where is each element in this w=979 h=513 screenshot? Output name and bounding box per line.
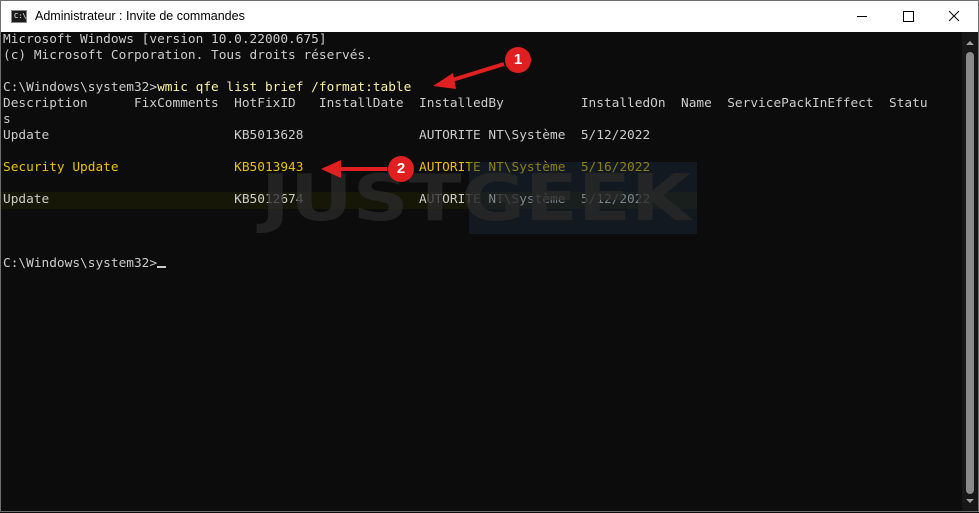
prompt: C:\Windows\system32>	[3, 256, 158, 271]
cmd-icon-text: C:\	[14, 12, 27, 20]
cmd-window: C:\ Administrateur : Invite de commandes…	[0, 0, 979, 512]
table-header: Description FixComments HotFixID Install…	[3, 96, 928, 111]
watermark-graphic: JUSTGEEK	[256, 162, 697, 236]
text-cursor	[157, 266, 167, 268]
watermark-logo: JUSTGEEK	[255, 162, 697, 236]
console-prompt-line: C:\Windows\system32>	[3, 256, 167, 272]
table-header-wrap: s	[3, 112, 11, 127]
window-title: Administrateur : Invite de commandes	[35, 9, 245, 23]
minimize-button[interactable]	[839, 1, 885, 32]
prompt: C:\Windows\system32>	[3, 80, 158, 95]
console-line: Microsoft Windows [version 10.0.22000.67…	[3, 32, 327, 47]
annotation-badge-1: 1	[505, 47, 531, 73]
maximize-icon	[903, 11, 914, 22]
command-text: wmic qfe list brief /format:table	[157, 80, 412, 95]
scroll-down-icon[interactable]	[962, 496, 978, 506]
vertical-scrollbar[interactable]	[962, 32, 978, 511]
watermark-text: JUSTGEEK	[256, 162, 694, 234]
annotation-badge-2: 2	[388, 156, 414, 182]
minimize-icon	[857, 16, 867, 17]
console-prompt-line: C:\Windows\system32>wmic qfe list brief …	[3, 80, 411, 96]
cmd-icon[interactable]: C:\	[11, 10, 27, 23]
scroll-thumb[interactable]	[966, 52, 974, 494]
console-line: (c) Microsoft Corporation. Tous droits r…	[3, 48, 373, 63]
title-bar[interactable]: C:\ Administrateur : Invite de commandes	[1, 1, 978, 32]
table-row: Update KB5013628 AUTORITE NT\Système 5/1…	[3, 128, 651, 143]
maximize-button[interactable]	[885, 1, 931, 32]
close-button[interactable]	[931, 1, 977, 32]
scroll-up-icon[interactable]	[962, 38, 978, 48]
close-icon	[948, 10, 960, 22]
console-output[interactable]: Microsoft Windows [version 10.0.22000.67…	[1, 32, 962, 511]
